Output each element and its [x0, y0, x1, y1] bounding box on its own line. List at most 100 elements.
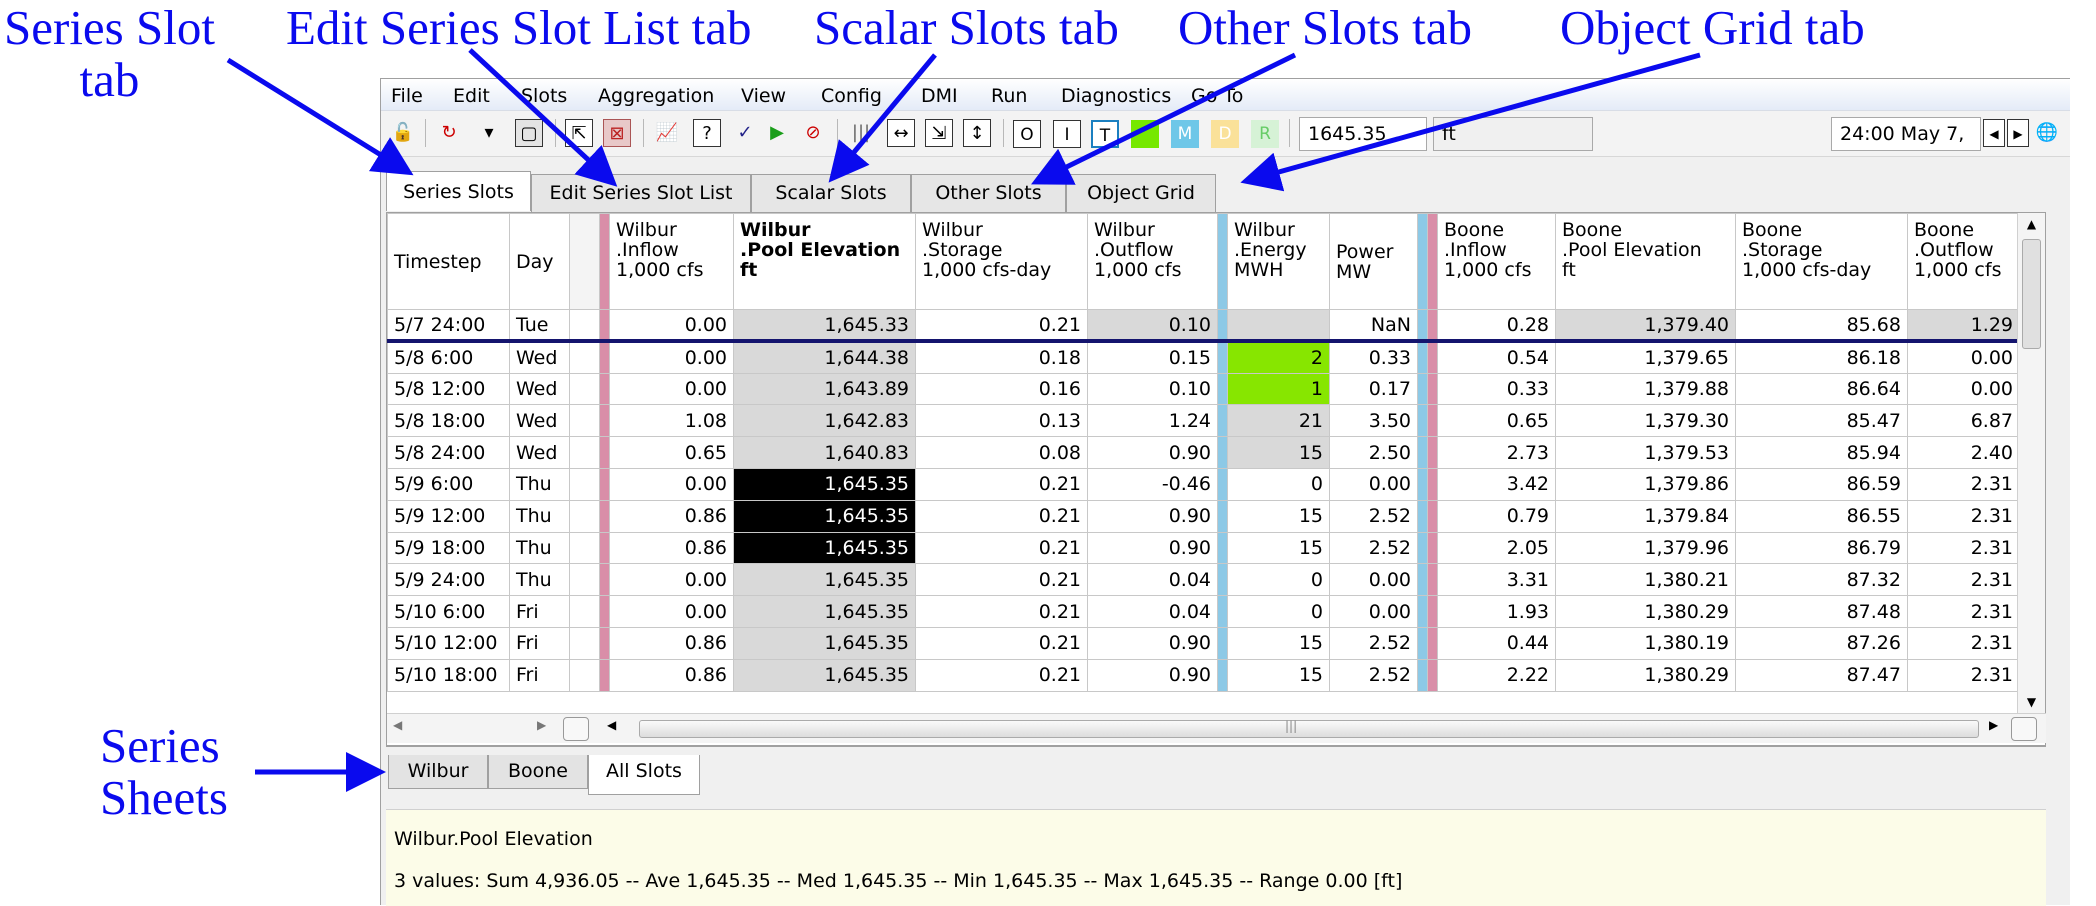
- scroll-right-icon[interactable]: ▶: [537, 718, 546, 732]
- cell-boone-outflow[interactable]: 2.31: [1907, 595, 2020, 628]
- menu-slots[interactable]: Slots: [521, 85, 567, 107]
- cell-boone-pool-elevation[interactable]: 1,379.53: [1555, 436, 1736, 469]
- cell-wilbur-inflow[interactable]: 0.86: [609, 499, 734, 533]
- cell-wilbur-energy[interactable]: 15: [1227, 658, 1330, 692]
- scroll-thumb[interactable]: |||: [639, 719, 1979, 738]
- cell-wilbur-outflow[interactable]: 0.90: [1087, 499, 1218, 533]
- cell-wilbur-pool-elevation[interactable]: 1,645.33: [733, 309, 916, 344]
- flag-m-button[interactable]: M: [1171, 120, 1199, 148]
- value-input[interactable]: 1645.35: [1299, 117, 1427, 151]
- cell-wilbur-outflow[interactable]: 0.15: [1087, 340, 1218, 374]
- flag-o-button[interactable]: O: [1013, 120, 1041, 148]
- cell-boone-pool-elevation[interactable]: 1,380.29: [1555, 658, 1736, 692]
- cell-wilbur-inflow[interactable]: 1.08: [609, 404, 734, 438]
- day-cell[interactable]: Thu: [509, 499, 570, 533]
- cell-boone-storage[interactable]: 86.18: [1735, 340, 1908, 374]
- cell-boone-pool-elevation[interactable]: 1,379.86: [1555, 467, 1736, 501]
- cell-boone-outflow[interactable]: 2.31: [1907, 626, 2020, 660]
- timestep-cell[interactable]: 5/8 6:00: [387, 340, 510, 374]
- tab-object-grid[interactable]: Object Grid: [1066, 174, 1216, 212]
- cell-boone-outflow[interactable]: 2.31: [1907, 563, 2020, 597]
- cell-boone-pool-elevation[interactable]: 1,379.30: [1555, 404, 1736, 438]
- cell-boone-pool-elevation[interactable]: 1,380.29: [1555, 595, 1736, 628]
- play-icon[interactable]: ▶: [763, 119, 791, 147]
- cell-boone-pool-elevation[interactable]: 1,380.19: [1555, 626, 1736, 660]
- col-header-boone-outflow[interactable]: Boone .Outflow 1,000 cfs: [1907, 213, 2020, 310]
- col-header-power[interactable]: Power MW: [1329, 213, 1418, 310]
- menu-edit[interactable]: Edit: [453, 85, 490, 107]
- cell-wilbur-outflow[interactable]: 0.90: [1087, 626, 1218, 660]
- flag-green-button[interactable]: [1131, 120, 1159, 148]
- flag-r-button[interactable]: R: [1251, 120, 1279, 148]
- timestep-cell[interactable]: 5/8 24:00: [387, 436, 510, 469]
- cell-boone-outflow[interactable]: 2.31: [1907, 531, 2020, 565]
- open-object-icon[interactable]: ⇱: [565, 119, 593, 147]
- cell-wilbur-pool-elevation[interactable]: 1,645.35: [733, 626, 916, 660]
- day-cell[interactable]: Fri: [509, 658, 570, 692]
- cell-boone-inflow[interactable]: 1.93: [1437, 595, 1556, 628]
- cell-boone-pool-elevation[interactable]: 1,379.65: [1555, 340, 1736, 374]
- day-cell[interactable]: Thu: [509, 531, 570, 565]
- cell-power[interactable]: 0.00: [1329, 467, 1418, 501]
- cell-wilbur-energy[interactable]: 15: [1227, 531, 1330, 565]
- cell-wilbur-pool-elevation[interactable]: 1,642.83: [733, 404, 916, 438]
- flag-t-button[interactable]: T: [1091, 120, 1119, 148]
- scroll-left-icon[interactable]: ◀: [393, 718, 402, 732]
- refresh-icon[interactable]: ↻: [435, 119, 463, 147]
- cell-wilbur-energy[interactable]: 15: [1227, 626, 1330, 660]
- cell-boone-pool-elevation[interactable]: 1,379.84: [1555, 499, 1736, 533]
- cell-power[interactable]: 3.50: [1329, 404, 1418, 438]
- menu-run[interactable]: Run: [991, 85, 1027, 107]
- sheet-tab-wilbur[interactable]: Wilbur: [388, 755, 488, 789]
- menu-aggregation[interactable]: Aggregation: [598, 85, 714, 107]
- cell-boone-outflow[interactable]: 1.29: [1907, 309, 2020, 344]
- day-cell[interactable]: Wed: [509, 372, 570, 406]
- cell-wilbur-storage[interactable]: 0.21: [915, 531, 1088, 565]
- cell-wilbur-storage[interactable]: 0.21: [915, 658, 1088, 692]
- menu-dmi[interactable]: DMI: [921, 85, 958, 107]
- cell-wilbur-pool-elevation[interactable]: 1,645.35: [733, 563, 916, 597]
- cell-wilbur-storage[interactable]: 0.21: [915, 626, 1088, 660]
- fit-width-icon[interactable]: ↔: [887, 119, 915, 147]
- day-cell[interactable]: Wed: [509, 404, 570, 438]
- cell-power[interactable]: 2.52: [1329, 531, 1418, 565]
- cell-wilbur-inflow[interactable]: 0.86: [609, 658, 734, 692]
- cell-wilbur-pool-elevation[interactable]: 1,645.35: [733, 499, 916, 533]
- cell-wilbur-outflow[interactable]: -0.46: [1087, 467, 1218, 501]
- columns-icon[interactable]: |||: [847, 119, 875, 147]
- filter-icon[interactable]: ▾: [475, 119, 503, 147]
- cell-wilbur-storage[interactable]: 0.21: [915, 563, 1088, 597]
- select-icon[interactable]: ▢: [515, 119, 543, 147]
- date-field[interactable]: 24:00 May 7,: [1831, 117, 1981, 151]
- timestep-cell[interactable]: 5/10 18:00: [387, 658, 510, 692]
- cell-boone-pool-elevation[interactable]: 1,379.96: [1555, 531, 1736, 565]
- vertical-scrollbar[interactable]: ▲ ▼: [2017, 213, 2045, 713]
- day-cell[interactable]: Wed: [509, 436, 570, 469]
- col-header-wilbur-inflow[interactable]: Wilbur .Inflow 1,000 cfs: [609, 213, 734, 310]
- sheet-tab-all-slots[interactable]: All Slots: [588, 755, 700, 795]
- cell-power[interactable]: 2.52: [1329, 658, 1418, 692]
- scroll-down-icon[interactable]: ▼: [2018, 695, 2045, 709]
- day-cell[interactable]: Fri: [509, 595, 570, 628]
- cell-wilbur-storage[interactable]: 0.16: [915, 372, 1088, 406]
- day-cell[interactable]: Wed: [509, 340, 570, 374]
- col-header-wilbur-energy[interactable]: Wilbur .Energy MWH: [1227, 213, 1330, 310]
- plot-icon[interactable]: 📈: [653, 119, 681, 147]
- scroll-thumb[interactable]: [2022, 239, 2041, 349]
- cell-boone-outflow[interactable]: 0.00: [1907, 340, 2020, 374]
- cell-wilbur-inflow[interactable]: 0.00: [609, 595, 734, 628]
- cell-boone-inflow[interactable]: 0.79: [1437, 499, 1556, 533]
- sheet-tab-boone[interactable]: Boone: [488, 755, 588, 789]
- lock-icon[interactable]: 🔓: [389, 119, 417, 147]
- day-cell[interactable]: Thu: [509, 467, 570, 501]
- menu-file[interactable]: File: [391, 85, 423, 107]
- cell-boone-inflow[interactable]: 3.42: [1437, 467, 1556, 501]
- cell-wilbur-storage[interactable]: 0.21: [915, 467, 1088, 501]
- cell-wilbur-outflow[interactable]: 0.10: [1087, 309, 1218, 344]
- cell-boone-storage[interactable]: 85.94: [1735, 436, 1908, 469]
- timestep-cell[interactable]: 5/10 6:00: [387, 595, 510, 628]
- cell-wilbur-outflow[interactable]: 1.24: [1087, 404, 1218, 438]
- col-header-wilbur-outflow[interactable]: Wilbur .Outflow 1,000 cfs: [1087, 213, 1218, 310]
- cell-wilbur-energy[interactable]: 21: [1227, 404, 1330, 438]
- timestep-cell[interactable]: 5/7 24:00: [387, 309, 510, 344]
